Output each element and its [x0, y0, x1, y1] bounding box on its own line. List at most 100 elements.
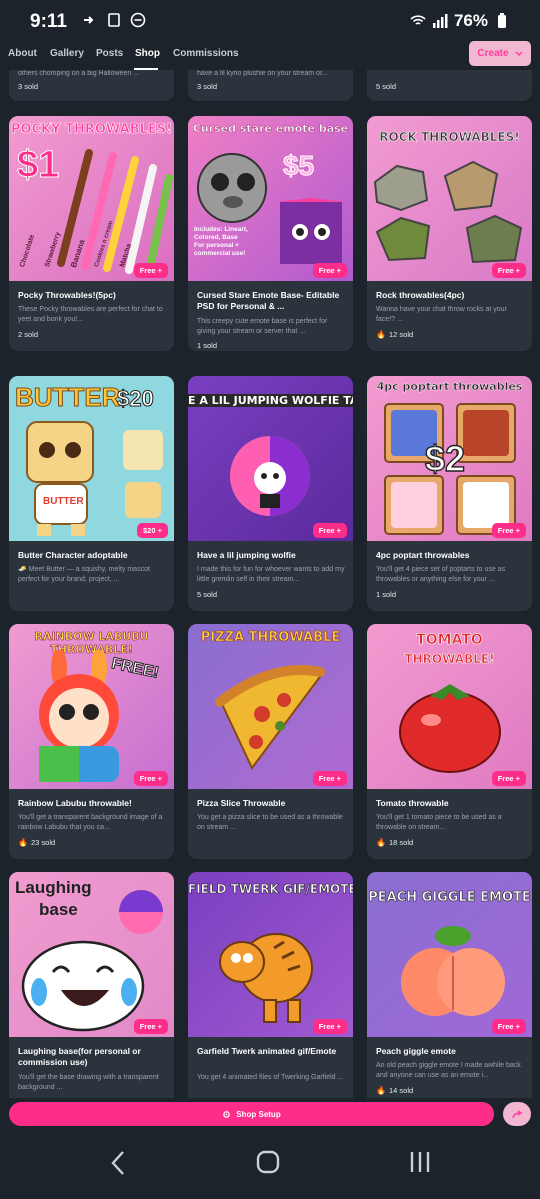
product-card[interactable]: BUTTER $20 BUTTER $20 + Butter Character… [9, 376, 174, 611]
product-image: Laughing base [9, 872, 174, 1037]
product-card-partial[interactable]: 5 sold [367, 70, 532, 101]
battery-icon [498, 13, 506, 28]
recent-apps-icon[interactable] [408, 1150, 432, 1174]
sold-count: 1 sold [197, 341, 218, 350]
product-desc: have a lil kyrio plushie on your stream … [197, 70, 328, 77]
back-icon[interactable] [110, 1150, 126, 1176]
laughing-example-art [119, 890, 163, 934]
product-card[interactable]: E A LIL JUMPING WOLFIE TAU Free + Have a… [188, 376, 353, 611]
sold-count: 18 sold [388, 838, 414, 847]
product-desc: You'll get the base drawing with a trans… [18, 1074, 159, 1091]
sold-count: 5 sold [197, 590, 218, 599]
product-sold: 3 sold [18, 82, 39, 91]
product-card[interactable]: POCKY THROWABLES! $1 Chocolate Strawberr… [9, 116, 174, 351]
gear-icon [223, 1110, 231, 1118]
sold-count: 1 sold [376, 590, 397, 599]
product-title: Rainbow Labubu throwable! [18, 798, 132, 808]
product-image: Cursed stare emote base $5 Includes: Lin… [188, 116, 353, 281]
signal-icon [432, 14, 448, 28]
product-card[interactable]: PIZZA THROWABLE Free + Pizza Slice Throw… [188, 624, 353, 859]
product-card[interactable]: Cursed stare emote base $5 Includes: Lin… [188, 116, 353, 351]
flame-icon: 🔥 [376, 838, 386, 847]
art-title: TOMATO [416, 632, 483, 649]
product-title: Cursed Stare Emote Base- Editable PSD fo… [197, 290, 340, 311]
tab-shop[interactable]: Shop [135, 48, 160, 59]
butter-character-art [26, 421, 94, 536]
dnd-icon [130, 12, 146, 28]
product-image: FIELD TWERK GIF/EMOTE [188, 872, 353, 1037]
cursed-face-art [197, 153, 267, 223]
product-desc: You'll get 1 tomato piece to be used as … [376, 814, 502, 831]
art-word: Chocolate [19, 233, 37, 269]
sold-count: 2 sold [18, 330, 39, 339]
product-sold: 5 sold [376, 82, 397, 91]
price-badge: Free + [312, 771, 347, 786]
product-card-partial[interactable]: have a lil kyrio plushie on your stream … [188, 70, 353, 101]
rocks-art [373, 160, 523, 264]
product-sold: 🔥 14 sold [376, 1086, 413, 1095]
create-button[interactable]: Create [469, 41, 531, 66]
price-badge: Free + [491, 771, 526, 786]
product-card[interactable]: PEACH GIGGLE EMOTE Free + Peach giggle e… [367, 872, 532, 1098]
product-sold: 2 sold [18, 330, 38, 339]
art-subtitle: THROWABLE! [404, 652, 495, 667]
tab-commissions[interactable]: Commissions [173, 48, 239, 59]
product-desc: You'll get 4 piece set of poptarts to us… [376, 566, 506, 583]
labubu-art [39, 650, 119, 782]
shop-setup-button[interactable]: Shop Setup [9, 1102, 494, 1126]
status-right: 76% [410, 11, 510, 31]
product-desc: These Pocky throwables are perfect for c… [18, 306, 163, 323]
art-subtitle: base [39, 900, 78, 919]
peach-art [401, 926, 505, 1016]
laughing-face-art [21, 940, 145, 1032]
pizza-art [215, 665, 325, 770]
product-sold: 5 sold [197, 590, 217, 599]
product-sold: 🔥 18 sold [376, 838, 413, 847]
flame-icon: 🔥 [18, 838, 28, 847]
product-desc: An old peach giggle emote I made awhile … [376, 1062, 521, 1079]
product-sold: 🔥 23 sold [18, 838, 55, 847]
product-image: PEACH GIGGLE EMOTE [367, 872, 532, 1037]
cursed-face-color-art [276, 198, 346, 264]
product-card[interactable]: FIELD TWERK GIF/EMOTE Free + Garfield Tw… [188, 872, 353, 1098]
product-grid: others chomping on a big Halloween ... 3… [0, 70, 540, 1098]
art-word: Colored, Base [194, 234, 238, 241]
product-card[interactable]: TOMATO THROWABLE! Free + Tomato throwabl… [367, 624, 532, 859]
system-navigation [0, 1130, 540, 1199]
home-icon[interactable] [256, 1150, 280, 1174]
product-title: Rock throwables(4pc) [376, 290, 465, 300]
wolfie-art [230, 436, 310, 516]
product-desc: others chomping on a big Halloween ... [18, 70, 140, 77]
tab-posts[interactable]: Posts [96, 48, 123, 59]
tomato-art [399, 684, 501, 773]
product-desc: I made this for fun for whoever wants to… [197, 566, 345, 583]
art-title: BUTTER [14, 382, 121, 413]
price-badge: Free + [133, 1019, 168, 1034]
product-image: ROCK THROWABLES! [367, 116, 532, 281]
product-card[interactable]: Laughing base Free + Laughing base(for p… [9, 872, 174, 1098]
art-title: E A LIL JUMPING WOLFIE TAU [188, 394, 353, 407]
product-image: E A LIL JUMPING WOLFIE TAU [188, 376, 353, 541]
product-card-partial[interactable]: others chomping on a big Halloween ... 3… [9, 70, 174, 101]
art-title: POCKY THROWABLES! [10, 122, 173, 138]
product-image: POCKY THROWABLES! $1 Chocolate Strawberr… [9, 116, 174, 281]
product-card[interactable]: 4pc poptart throwables $2 Free + 4pc pop… [367, 376, 532, 611]
product-title: Pizza Slice Throwable [197, 798, 286, 808]
product-sold: 1 sold [197, 341, 217, 350]
product-image: RAINBOW LABUBU THROWABLE! FREE! [9, 624, 174, 789]
product-desc: This creepy cute emote base is perfect f… [197, 318, 328, 335]
price-badge: Free + [133, 263, 168, 278]
product-card[interactable]: RAINBOW LABUBU THROWABLE! FREE! Free + R… [9, 624, 174, 859]
share-button[interactable] [503, 1102, 531, 1126]
product-card[interactable]: ROCK THROWABLES! Free + Rock throwables(… [367, 116, 532, 351]
product-title: Butter Character adoptable [18, 550, 128, 560]
tab-about[interactable]: About [8, 48, 37, 59]
tab-gallery[interactable]: Gallery [50, 48, 84, 59]
art-word: commercial use! [194, 250, 246, 257]
battery-percent: 76% [453, 11, 488, 30]
product-title: Garfield Twerk animated gif/Emote [197, 1046, 337, 1056]
art-title: PEACH GIGGLE EMOTE [368, 890, 531, 906]
product-title: 4pc poptart throwables [376, 550, 470, 560]
product-title: Have a lil jumping wolfie [197, 550, 296, 560]
art-price: $20 [117, 386, 155, 412]
